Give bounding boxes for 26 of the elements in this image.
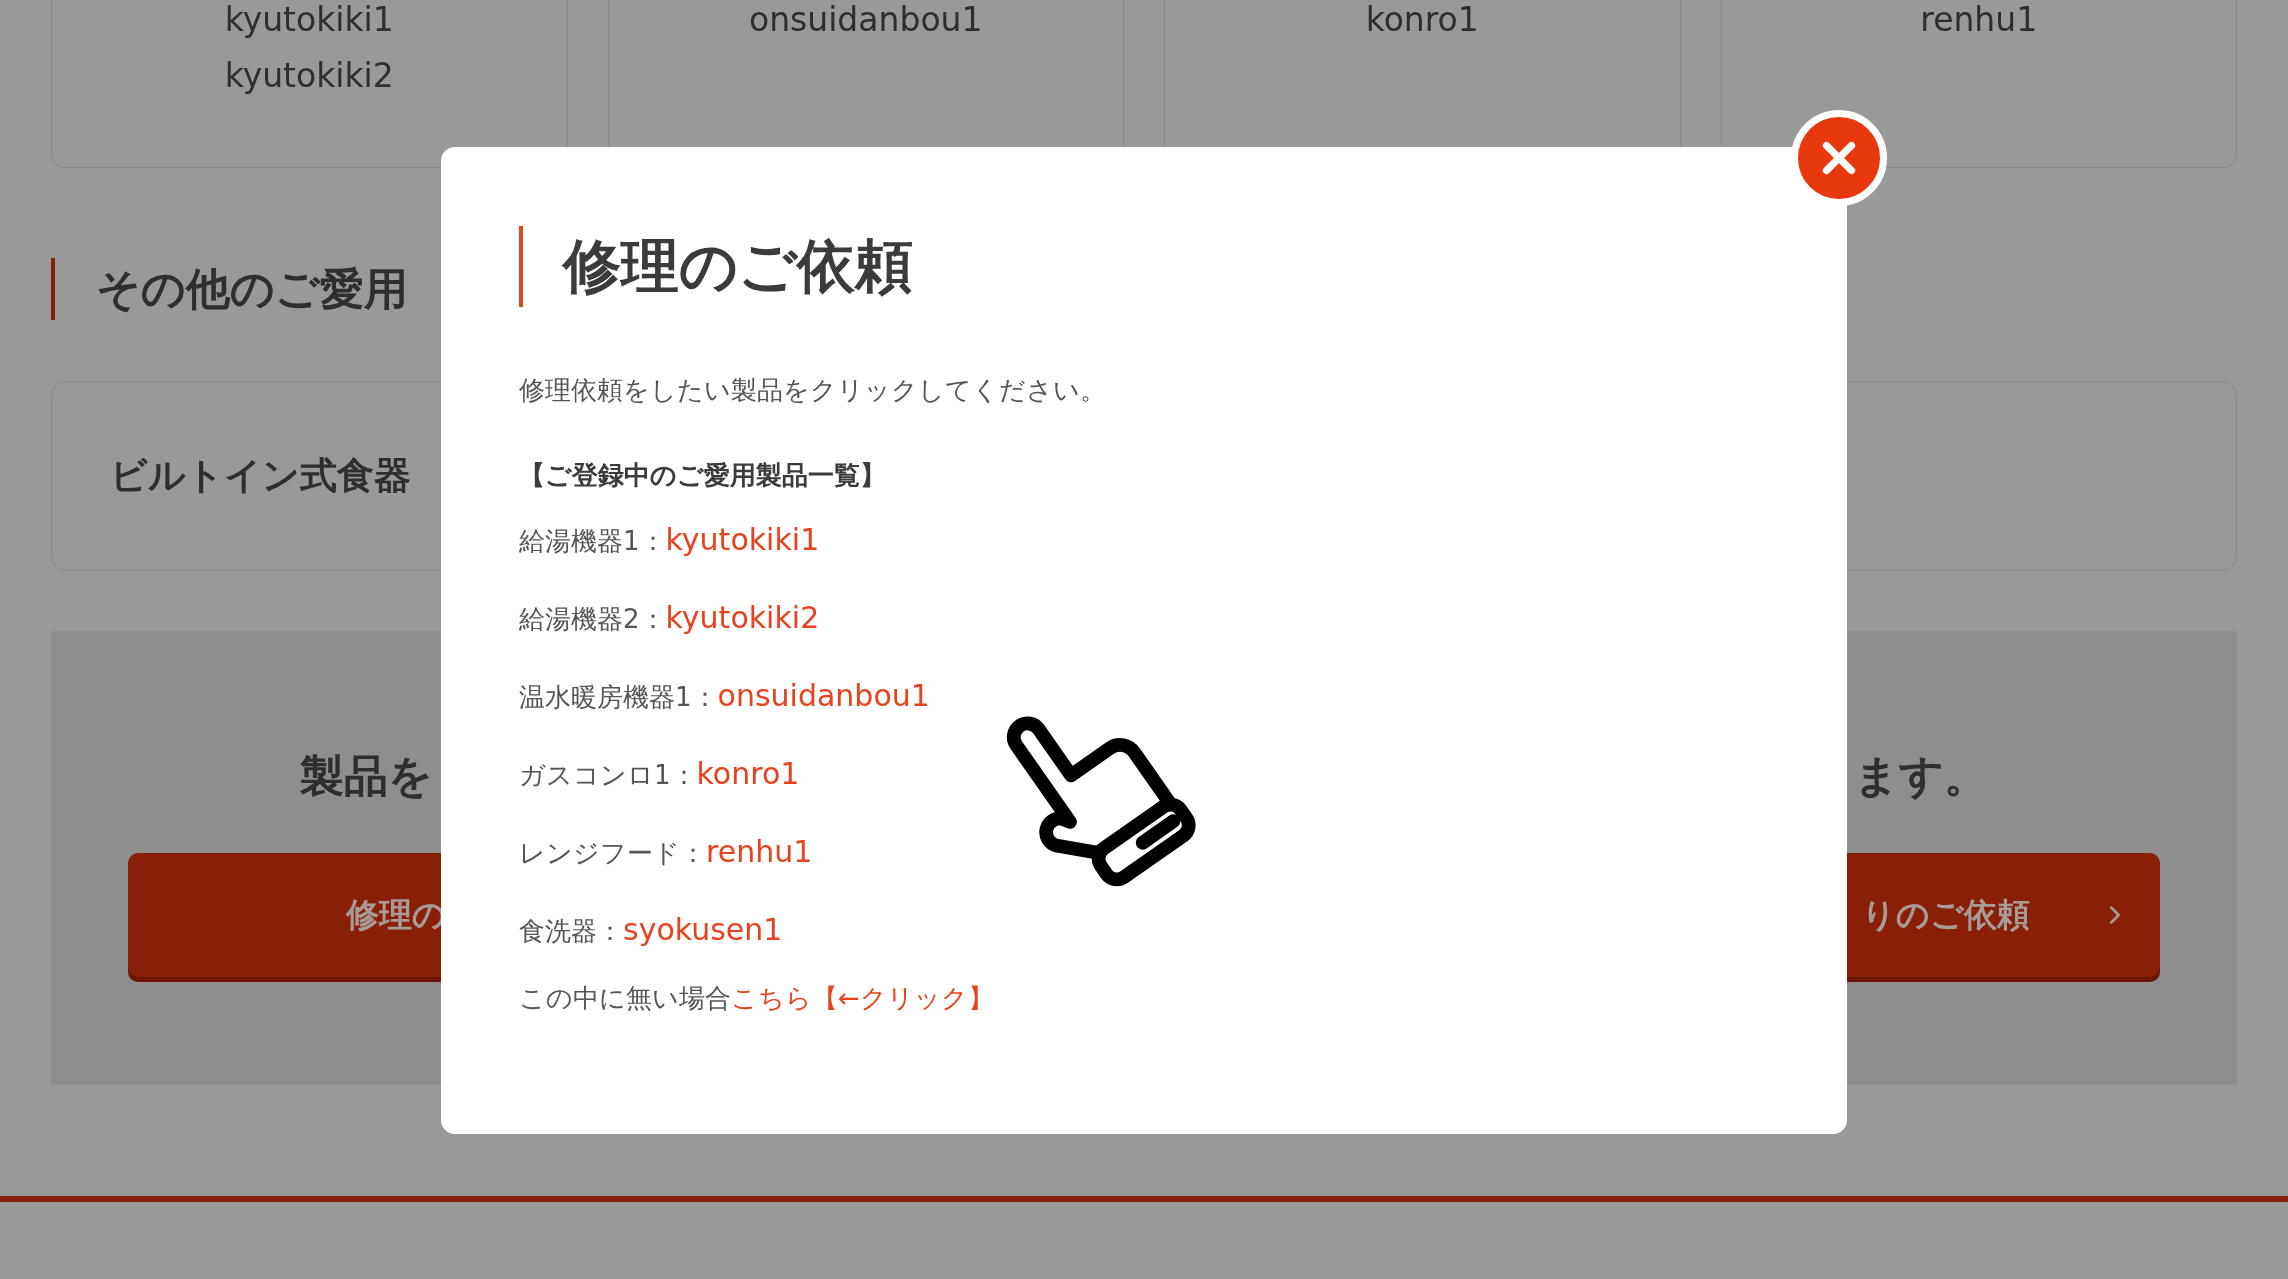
product-label: 温水暖房機器1： (519, 681, 718, 714)
product-label: 給湯機器1： (519, 525, 666, 558)
banner-text: 製品を (300, 749, 433, 803)
product-label: 食洗器： (519, 915, 623, 948)
product-link[interactable]: onsuidanbou1 (717, 673, 930, 718)
modal-title: 修理のご依頼 (563, 231, 913, 302)
instruction-text: 修理依頼をしたい製品をクリックしてください。 (519, 374, 1106, 407)
product-link[interactable]: syokusen1 (623, 907, 783, 952)
product-name: onsuidanbou1 (749, 0, 983, 41)
product-link[interactable]: kyutokiki2 (665, 595, 820, 640)
product-name: konro1 (1365, 0, 1479, 41)
product-name: ビルトイン式食器 (110, 453, 411, 500)
product-link[interactable]: kyutokiki1 (665, 517, 820, 562)
product-name: renhu1 (1920, 0, 2038, 41)
product-name: kyutokiki1 (224, 0, 394, 41)
product-label: 給湯機器2： (519, 603, 666, 636)
list-heading: 【ご登録中のご愛用製品一覧】 (519, 459, 886, 492)
product-label: レンジフード： (519, 837, 706, 870)
footer-text: この中に無い場合こちら【←クリック】 (519, 982, 994, 1015)
product-name: kyutokiki2 (224, 55, 394, 97)
other-product-link[interactable]: こちら【←クリック】 (731, 983, 994, 1013)
section-heading: その他のご愛用 (96, 262, 408, 316)
banner-text: ます。 (1854, 749, 1988, 803)
product-link[interactable]: renhu1 (706, 829, 813, 874)
product-label: ガスコンロ1： (519, 759, 697, 792)
product-link[interactable]: konro1 (696, 751, 800, 796)
